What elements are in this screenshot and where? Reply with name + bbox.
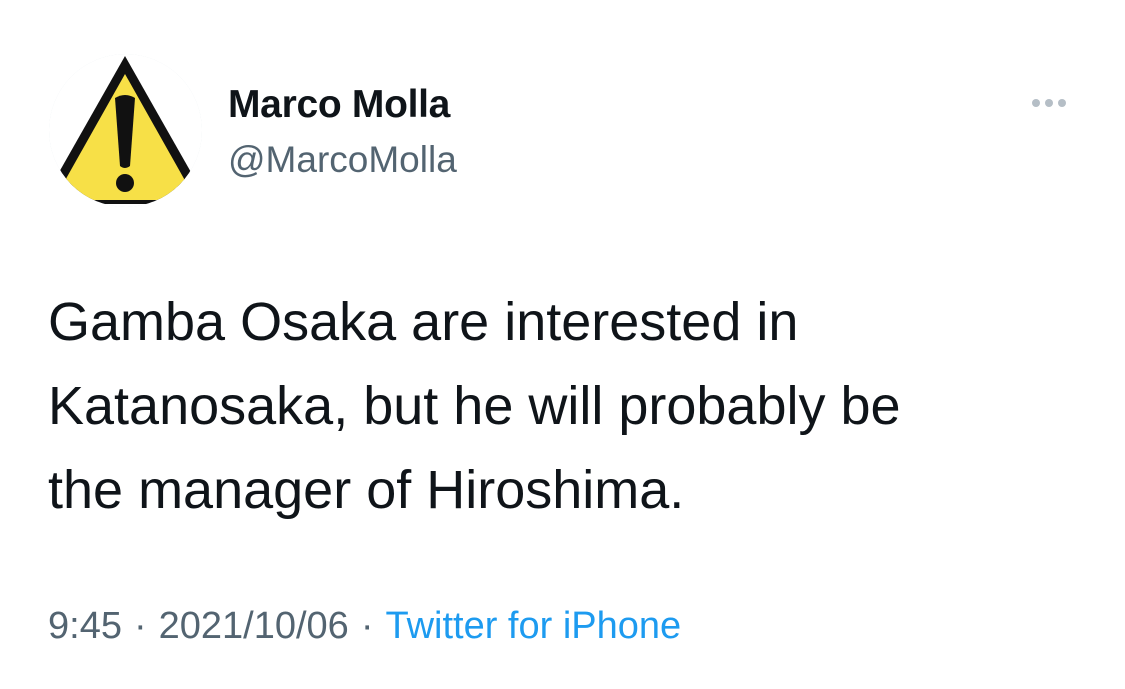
more-options-icon: [1032, 99, 1040, 107]
tweet-source-link[interactable]: Twitter for iPhone: [385, 605, 681, 647]
warning-sign-icon: [49, 54, 202, 207]
tweet-text-line: the manager of Hiroshima.: [48, 460, 685, 520]
tweet-date[interactable]: 2021/10/06: [159, 605, 349, 647]
tweet-metadata: 9:45 · 2021/10/06 · Twitter for iPhone: [48, 600, 681, 652]
more-options-icon: [1045, 99, 1053, 107]
author-display-name[interactable]: Marco Molla: [228, 82, 450, 128]
tweet-text: Gamba Osaka are interested in Katanosaka…: [48, 280, 1088, 532]
tweet-text-line: Gamba Osaka are interested in: [48, 292, 799, 352]
meta-separator: ·: [133, 605, 147, 647]
tweet-time[interactable]: 9:45: [48, 605, 122, 647]
meta-separator: ·: [360, 605, 374, 647]
more-options-icon: [1058, 99, 1066, 107]
more-options-button[interactable]: [1022, 88, 1076, 118]
author-handle[interactable]: @MarcoMolla: [228, 138, 457, 182]
author-avatar[interactable]: [49, 54, 202, 207]
tweet-text-line: Katanosaka, but he will probably be: [48, 376, 901, 436]
